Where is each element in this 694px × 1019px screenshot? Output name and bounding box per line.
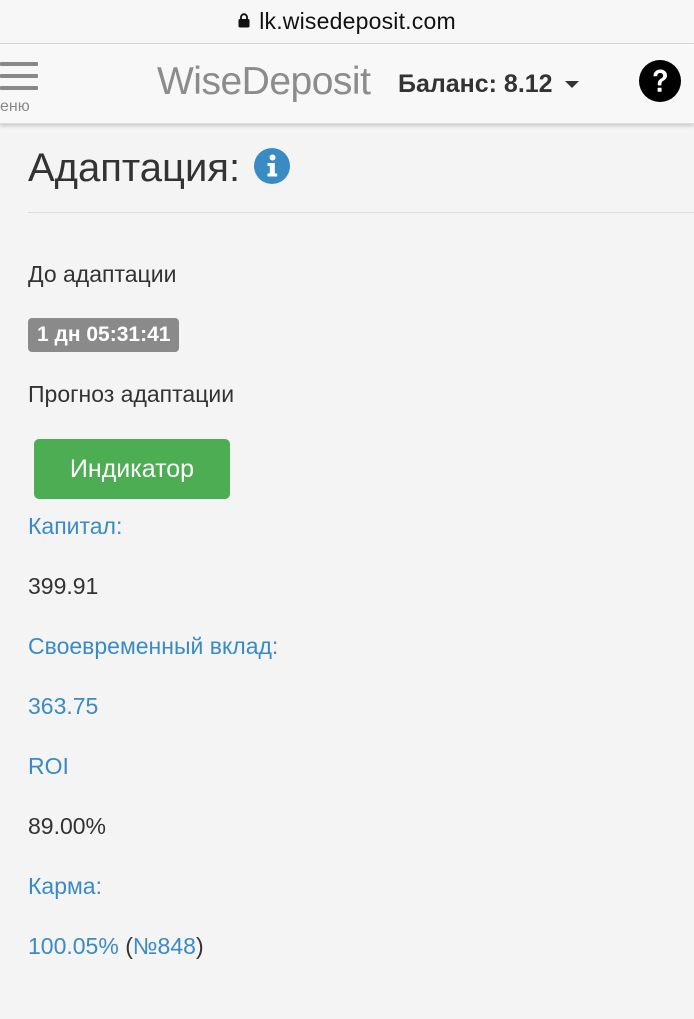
app-header: еню WiseDeposit Баланс: 8.12 xyxy=(0,44,694,124)
karma-paren-close: ) xyxy=(195,933,204,959)
karma-value-row: 100.05% (№848) xyxy=(28,933,204,960)
page-title-row: Адаптация: xyxy=(28,124,694,213)
karma-rank-link[interactable]: №848 xyxy=(133,933,196,959)
caret-down-icon xyxy=(564,81,579,88)
browser-url-bar[interactable]: lk.wisedeposit.com xyxy=(0,0,694,44)
lock-icon xyxy=(238,13,250,28)
capital-value: 399.91 xyxy=(28,573,99,599)
adaptation-forecast-label: Прогноз адаптации xyxy=(28,381,235,407)
menu-button[interactable]: еню xyxy=(0,62,40,118)
page-title: Адаптация: xyxy=(28,146,241,190)
main-content: Адаптация: До адаптации 1 дн 05:31:41 Пр… xyxy=(28,124,694,959)
balance-label: Баланс: 8.12 xyxy=(398,70,553,98)
question-circle-icon[interactable] xyxy=(638,59,682,103)
indicator-button[interactable]: Индикатор xyxy=(34,439,230,499)
before-adaptation-label: До адаптации xyxy=(28,261,177,287)
roi-label: ROI xyxy=(28,753,69,779)
menu-label: еню xyxy=(0,98,30,115)
browser-url: lk.wisedeposit.com xyxy=(259,8,456,34)
karma-paren-open: ( xyxy=(118,933,133,959)
info-circle-icon[interactable] xyxy=(254,148,291,184)
brand-logo[interactable]: WiseDeposit xyxy=(157,60,371,104)
timely-deposit-label: Своевременный вклад: xyxy=(28,633,279,659)
balance-dropdown[interactable]: Баланс: 8.12 xyxy=(398,70,579,99)
karma-value: 100.05% xyxy=(28,933,119,959)
countdown-badge: 1 дн 05:31:41 xyxy=(28,318,180,352)
capital-label: Капитал: xyxy=(28,513,123,539)
roi-value: 89.00% xyxy=(28,813,107,839)
karma-label: Карма: xyxy=(28,873,102,899)
timely-deposit-value: 363.75 xyxy=(28,693,99,719)
